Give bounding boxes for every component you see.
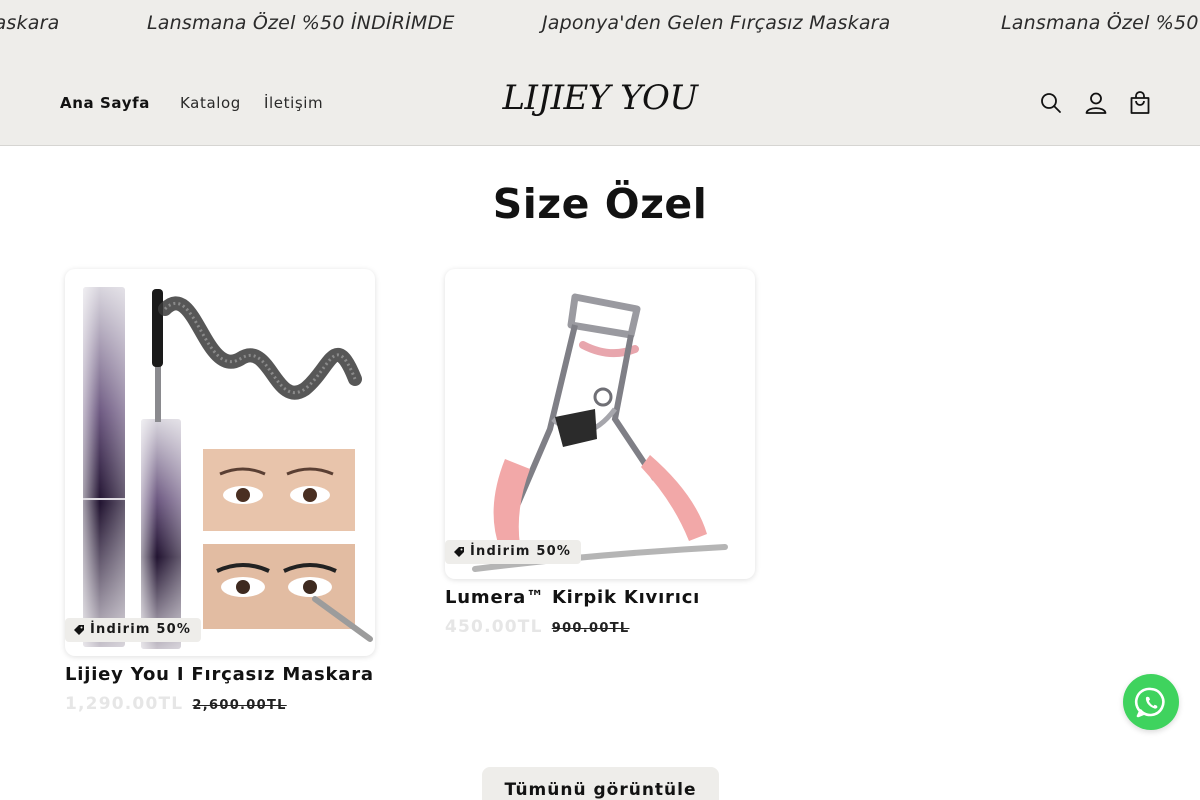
whatsapp-button[interactable]	[1123, 674, 1179, 730]
announcement-bar: Maskara Lansmana Özel %50 İNDİRİMDE Japo…	[0, 0, 1200, 50]
product-title[interactable]: Lumera™ Kirpik Kıvırıcı	[445, 587, 700, 608]
site-logo[interactable]: LIJIEY YOU	[500, 78, 700, 118]
whatsapp-icon	[1134, 687, 1165, 718]
sale-price: 450.00TL	[445, 617, 543, 637]
announcement-text: Maskara	[0, 12, 60, 34]
product-image[interactable]: İndirim 50%	[445, 269, 755, 579]
account-icon[interactable]	[1083, 90, 1109, 116]
announcement-text: Lansmana Özel %50 İNDİRİMDE	[1001, 12, 1200, 34]
discount-badge: İndirim 50%	[65, 618, 202, 642]
nav-catalog[interactable]: Katalog	[180, 94, 241, 112]
tag-icon	[454, 547, 464, 557]
view-all-button[interactable]: Tümünü görüntüle	[482, 767, 719, 800]
cart-icon[interactable]	[1127, 90, 1153, 116]
nav-home[interactable]: Ana Sayfa	[60, 94, 150, 112]
sale-price: 1,290.00TL	[65, 694, 184, 714]
mascara-image	[83, 287, 373, 649]
compare-price: 2,600.00TL	[192, 698, 287, 713]
announcement-text: Lansmana Özel %50 İNDİRİMDE	[147, 12, 455, 34]
compare-price: 900.00TL	[551, 621, 630, 636]
product-image[interactable]: İndirim 50%	[65, 269, 375, 656]
discount-badge: İndirim 50%	[445, 540, 582, 564]
section-title: Size Özel	[492, 180, 708, 228]
product-price: 1,290.00TL 2,600.00TL	[65, 694, 287, 714]
product-price: 450.00TL 900.00TL	[445, 617, 629, 637]
product-title[interactable]: Lijiey You I Fırçasız Maskara	[65, 664, 374, 685]
tag-icon	[74, 625, 84, 635]
badge-label: İndirim 50%	[90, 622, 192, 637]
announcement-text: Japonya'den Gelen Fırçasız Maskara	[542, 12, 891, 34]
eyelash-curler-image	[472, 293, 728, 572]
site-header: Ana Sayfa Katalog İletişim LIJIEY YOU	[0, 50, 1200, 146]
search-icon[interactable]	[1038, 90, 1064, 116]
badge-label: İndirim 50%	[470, 544, 572, 559]
nav-contact[interactable]: İletişim	[264, 94, 323, 112]
